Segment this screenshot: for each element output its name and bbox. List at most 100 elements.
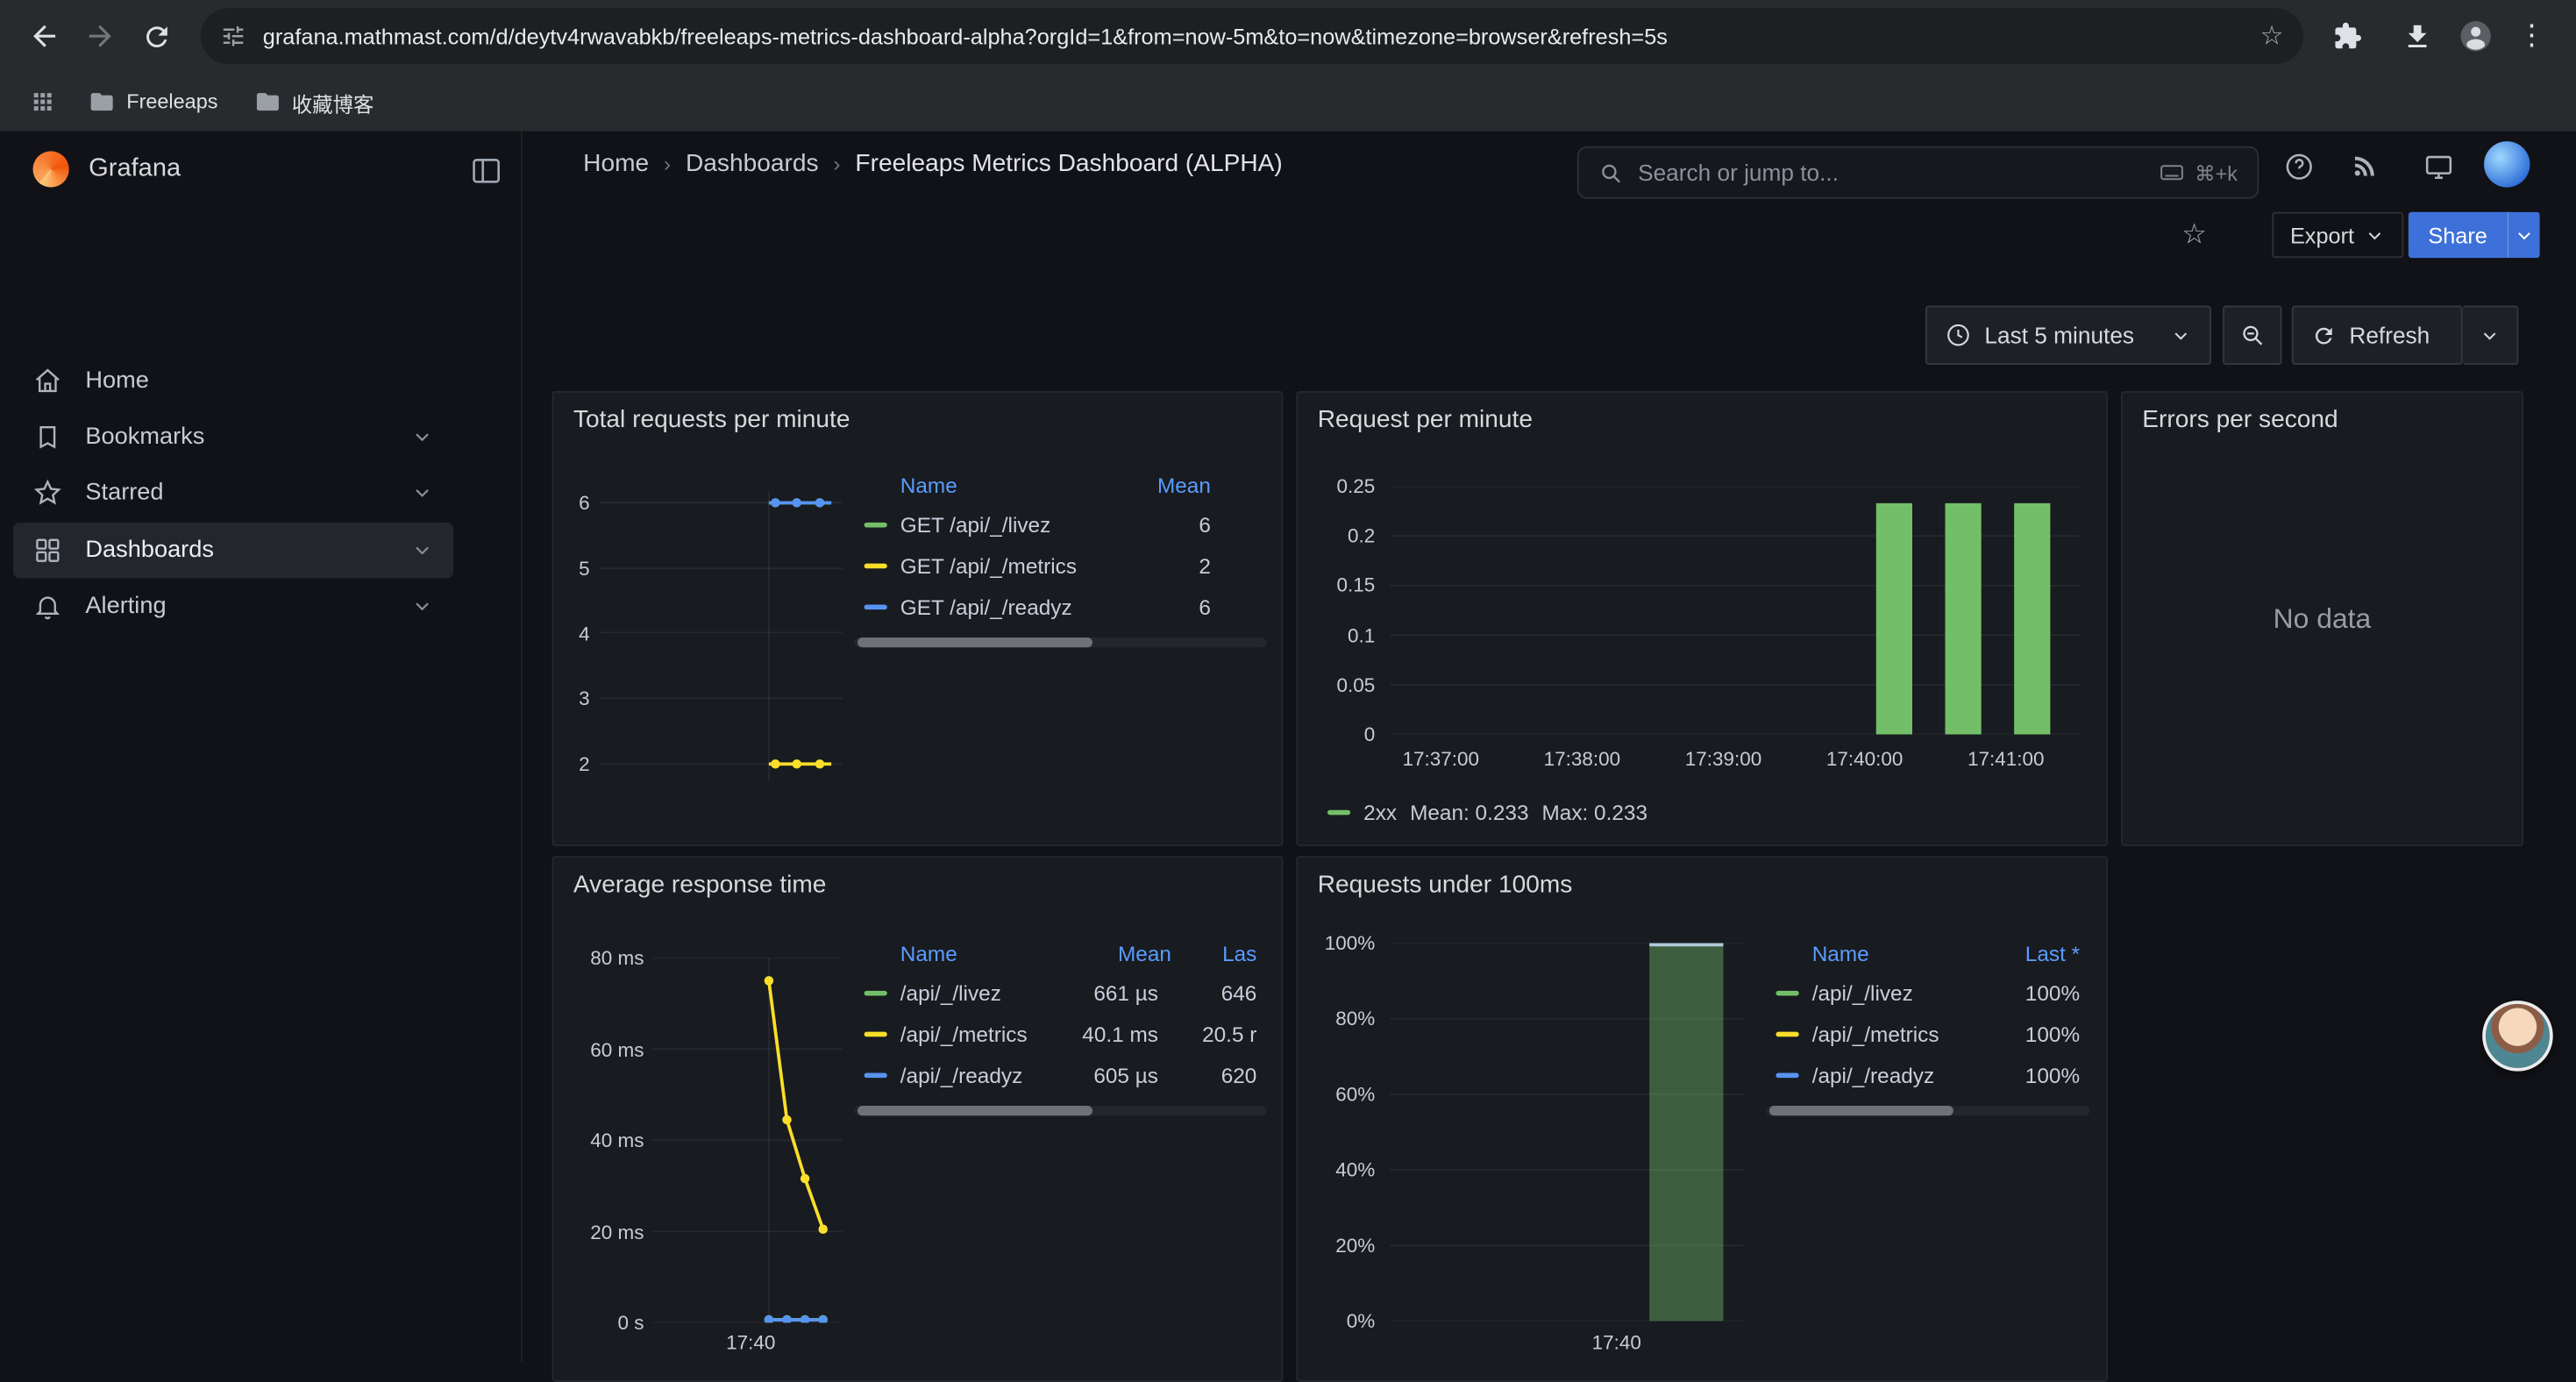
series-name: /api/_/metrics: [900, 1022, 1060, 1046]
keyboard-icon: [2159, 160, 2185, 186]
y-axis-tick: 4: [579, 622, 590, 645]
y-axis-tick: 5: [579, 557, 590, 580]
legend-row[interactable]: /api/_/metrics100%: [1762, 1014, 2093, 1055]
share-button[interactable]: Share: [2409, 212, 2507, 258]
chevron-down-icon: [410, 425, 433, 448]
x-axis-tick: 17:40: [726, 1331, 775, 1354]
scrollbar-thumb[interactable]: [1769, 1106, 1953, 1115]
sidebar-item-label: Dashboards: [85, 538, 213, 564]
chevron-down-icon: [410, 539, 433, 562]
sidebar-item-bookmarks[interactable]: Bookmarks: [13, 410, 453, 466]
refresh-button[interactable]: Refresh: [2292, 306, 2463, 365]
legend-row[interactable]: GET /api/_/livez6: [851, 504, 1270, 545]
kiosk-mode-button[interactable]: [2416, 145, 2459, 188]
profile-button[interactable]: [2448, 8, 2504, 64]
legend-column-header[interactable]: Last *: [1995, 941, 2080, 965]
sidebar-item-label: Bookmarks: [85, 424, 204, 450]
extensions-button[interactable]: [2320, 8, 2376, 64]
line-chart: [652, 958, 843, 1322]
legend-column-header[interactable]: Name: [900, 473, 1128, 497]
news-button[interactable]: [2346, 145, 2389, 188]
address-bar[interactable]: grafana.mathmast.com/d/deytv4rwavabkb/fr…: [201, 8, 2303, 64]
sidebar-item-starred[interactable]: Starred: [13, 465, 453, 521]
legend[interactable]: 2xx Mean: 0.233 Max: 0.233: [1327, 800, 1647, 824]
breadcrumb-home[interactable]: Home: [583, 150, 649, 178]
bookmark-label: Freeleaps: [126, 90, 217, 113]
legend-column-header[interactable]: Mean: [1086, 941, 1171, 965]
zoom-out-time-button[interactable]: [2223, 306, 2281, 365]
time-controls: Last 5 minutes Refresh: [523, 273, 2576, 365]
legend-row[interactable]: /api/_/metrics40.1 ms20.5 r: [851, 1014, 1270, 1055]
series-color-swatch: [865, 1073, 887, 1079]
series-name: /api/_/readyz: [900, 1063, 1060, 1087]
forward-button[interactable]: [72, 8, 128, 64]
x-axis-tick: 17:40: [1592, 1331, 1641, 1354]
legend-scrollbar[interactable]: [854, 1106, 1266, 1115]
legend-table: NameMean GET /api/_/livez6GET /api/_/metr…: [851, 465, 1270, 647]
download-icon: [2401, 20, 2432, 52]
legend-row[interactable]: /api/_/readyz605 µs620: [851, 1055, 1270, 1096]
y-axis-tick: 0.2: [1348, 524, 1375, 547]
legend-scrollbar[interactable]: [1766, 1106, 2089, 1115]
panel-title[interactable]: Request per minute: [1318, 406, 1533, 434]
share-split-button: Share: [2409, 212, 2540, 258]
bookmark-star-icon[interactable]: ☆: [2260, 19, 2284, 52]
legend-row[interactable]: GET /api/_/readyz6: [851, 587, 1270, 628]
reload-button[interactable]: [128, 8, 184, 64]
bar-chart: [1390, 944, 1743, 1321]
x-axis-tick: 17:40:00: [1826, 748, 1904, 771]
refresh-label: Refresh: [2349, 322, 2430, 348]
refresh-interval-button[interactable]: [2463, 306, 2519, 365]
browser-menu-button[interactable]: ⋮: [2504, 8, 2560, 64]
folder-icon: [89, 89, 115, 115]
dashboard-actions: ☆ Export Share: [523, 201, 2576, 273]
scrollbar-thumb[interactable]: [857, 638, 1092, 647]
legend-column-header[interactable]: Name: [900, 941, 1086, 965]
series-name: /api/_/livez: [1812, 981, 1982, 1006]
export-button[interactable]: Export: [2272, 212, 2403, 258]
legend-header: NameMeanLas: [851, 933, 1270, 972]
downloads-button[interactable]: [2388, 8, 2444, 64]
sidebar-item-home[interactable]: Home: [13, 353, 453, 410]
favorite-star-icon[interactable]: ☆: [2181, 218, 2207, 251]
panel-title[interactable]: Requests under 100ms: [1318, 871, 1573, 899]
zoom-out-icon: [2239, 322, 2266, 348]
bookmark-folder-freeleaps[interactable]: Freeleaps: [75, 81, 231, 124]
series-value: 6: [1128, 595, 1211, 619]
grafana-brand[interactable]: Grafana: [32, 151, 181, 187]
time-range-picker[interactable]: Last 5 minutes: [1925, 306, 2211, 365]
floating-assistant-avatar[interactable]: [2482, 1001, 2553, 1072]
series-color-swatch: [865, 1032, 887, 1037]
share-menu-button[interactable]: [2507, 212, 2539, 258]
sidebar-item-alerting[interactable]: Alerting: [13, 579, 453, 635]
breadcrumb-dashboards[interactable]: Dashboards: [686, 150, 819, 178]
legend-row[interactable]: /api/_/livez100%: [1762, 972, 2093, 1014]
panel-title[interactable]: Average response time: [573, 871, 827, 899]
legend-row[interactable]: /api/_/livez661 µs646: [851, 972, 1270, 1014]
bell-icon: [32, 592, 62, 622]
legend-column-header[interactable]: Las: [1171, 941, 1256, 965]
y-axis: 0.250.20.150.10.050: [1298, 487, 1375, 735]
bookmark-folder-blogs[interactable]: 收藏博客: [241, 81, 388, 124]
panel-title[interactable]: Total requests per minute: [573, 406, 850, 434]
sidebar-item-label: Starred: [85, 480, 163, 506]
apps-grid-button[interactable]: [19, 79, 65, 125]
y-axis: 100%80%60%40%20%0%: [1298, 944, 1375, 1321]
help-button[interactable]: [2277, 145, 2320, 188]
search-input[interactable]: Search or jump to... ⌘+k: [1577, 146, 2259, 199]
sidebar-item-dashboards[interactable]: Dashboards: [13, 523, 453, 579]
scrollbar-thumb[interactable]: [857, 1106, 1092, 1115]
legend-scrollbar[interactable]: [854, 638, 1266, 647]
legend-row[interactable]: /api/_/readyz100%: [1762, 1055, 2093, 1096]
y-axis-tick: 0%: [1347, 1309, 1375, 1332]
legend-column-header[interactable]: Name: [1812, 941, 1995, 965]
legend-row[interactable]: GET /api/_/metrics2: [851, 545, 1270, 587]
legend-column-header[interactable]: Mean: [1128, 473, 1211, 497]
y-axis-tick: 80 ms: [590, 946, 644, 969]
home-icon: [32, 367, 62, 396]
breadcrumb: Home › Dashboards › Freeleaps Metrics Da…: [583, 150, 1283, 178]
chevron-down-icon: [2170, 324, 2191, 346]
back-button[interactable]: [17, 8, 73, 64]
sidebar-collapse-button[interactable]: [470, 154, 502, 187]
user-avatar[interactable]: [2484, 141, 2530, 187]
